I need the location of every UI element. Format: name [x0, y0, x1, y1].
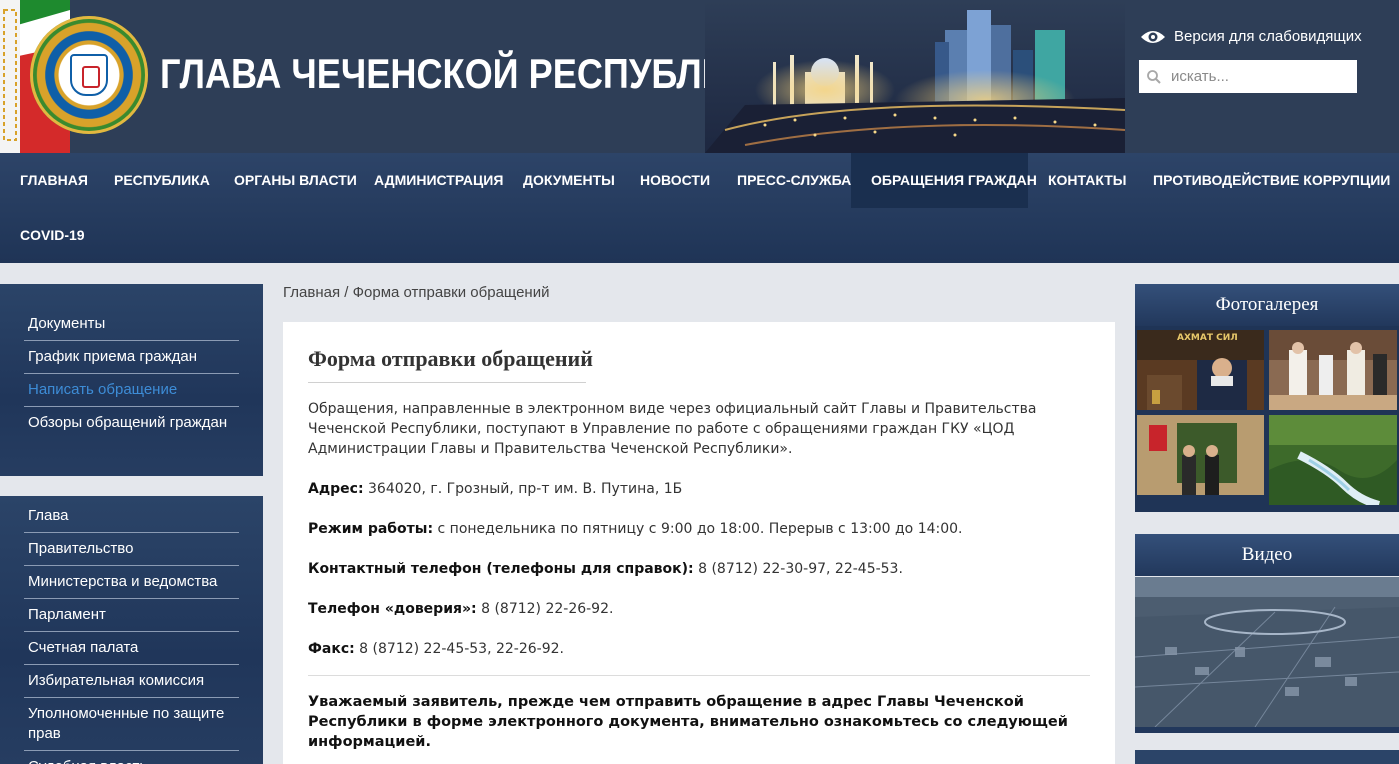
grozny-city-illustration: [705, 0, 1125, 153]
address-line: Адрес: 364020, г. Грозный, пр-т им. В. П…: [308, 479, 1090, 499]
sidebar-item-election-commission[interactable]: Избирательная комиссия: [24, 665, 239, 698]
trust-phone-line: Телефон «доверия»: 8 (8712) 22-26-92.: [308, 599, 1090, 619]
nav-item-administration[interactable]: Администрация: [354, 153, 523, 208]
sidebar-item-head[interactable]: Глава: [24, 500, 239, 533]
hours-label: Режим работы:: [308, 521, 434, 537]
sidebar-item-judiciary[interactable]: Судебная власть: [24, 751, 239, 764]
low-vision-version-link[interactable]: Версия для слабовидящих: [1140, 28, 1362, 45]
low-vision-label: Версия для слабовидящих: [1174, 28, 1362, 45]
gallery-photo-3[interactable]: [1137, 415, 1264, 495]
nav-item-documents[interactable]: Документы: [503, 153, 635, 208]
breadcrumb-separator: /: [344, 284, 349, 301]
main-nav: Главная Республика Органы власти Админис…: [0, 153, 1399, 263]
video-frame-bottom: [1135, 727, 1399, 733]
sidebar-item-ministries[interactable]: Министерства и ведомства: [24, 566, 239, 599]
right-sidebar-next-block: [1135, 750, 1399, 764]
hours-value: с понедельника по пятницу с 9:00 до 18:0…: [433, 521, 963, 537]
page-title: Форма отправки обращений: [308, 346, 593, 383]
fax-value: 8 (8712) 22-45-53, 22-26-92.: [354, 641, 564, 657]
nav-item-covid[interactable]: COVID-19: [0, 208, 105, 263]
sidebar-appeals-menu: Документы График приема граждан Написать…: [0, 284, 263, 476]
trust-phone-value: 8 (8712) 22-26-92.: [476, 601, 614, 617]
sidebar-item-audit-chamber[interactable]: Счетная палата: [24, 632, 239, 665]
sidebar-item-appeal-reviews[interactable]: Обзоры обращений граждан: [24, 407, 239, 439]
intro-text: Обращения, направленные в электронном ви…: [308, 401, 1037, 457]
nav-item-news[interactable]: Новости: [620, 153, 730, 208]
nav-item-citizen-appeals[interactable]: Обращения граждан: [851, 153, 1037, 208]
sidebar-authorities-menu: Глава Правительство Министерства и ведом…: [0, 496, 263, 764]
gallery-photo-4[interactable]: [1269, 415, 1397, 505]
applicant-notice: Уважаемый заявитель, прежде чем отправит…: [308, 694, 1068, 750]
fax-line: Факс: 8 (8712) 22-45-53, 22-26-92.: [308, 639, 1090, 659]
hours-line: Режим работы: с понедельника по пятницу …: [308, 519, 1090, 539]
site-header: ГЛАВА ЧЕЧЕНСКОЙ РЕСПУБЛИКИ Версия для сл…: [0, 0, 1399, 153]
main-content: Форма отправки обращений Обращения, напр…: [283, 322, 1115, 764]
sidebar-item-government[interactable]: Правительство: [24, 533, 239, 566]
breadcrumb: Главная / Форма отправки обращений: [283, 284, 549, 301]
nav-item-authorities[interactable]: Органы власти: [214, 153, 377, 208]
breadcrumb-home-link[interactable]: Главная: [283, 284, 340, 301]
svg-text:АХМАТ СИЛ: АХМАТ СИЛ: [1177, 333, 1238, 343]
gallery-photo-1[interactable]: АХМАТ СИЛ: [1137, 330, 1264, 410]
phone-value: 8 (8712) 22-30-97, 22-45-53.: [693, 561, 903, 577]
gallery-photo-2[interactable]: [1269, 330, 1397, 410]
video-heading[interactable]: Видео: [1135, 534, 1399, 576]
content-divider: [308, 675, 1090, 676]
photo-gallery-heading[interactable]: Фотогалерея: [1135, 284, 1399, 326]
search-input[interactable]: [1171, 68, 1351, 85]
video-thumbnail[interactable]: [1135, 577, 1399, 727]
nav-item-republic[interactable]: Республика: [94, 153, 230, 208]
breadcrumb-current: Форма отправки обращений: [352, 284, 550, 301]
sidebar-item-reception-schedule[interactable]: График приема граждан: [24, 341, 239, 374]
sidebar-item-ombudsmen[interactable]: Уполномоченные по защите прав: [24, 698, 239, 751]
nav-item-home[interactable]: Главная: [0, 153, 108, 208]
site-title[interactable]: ГЛАВА ЧЕЧЕНСКОЙ РЕСПУБЛИКИ: [160, 50, 776, 98]
trust-phone-label: Телефон «доверия»:: [308, 601, 477, 617]
sidebar-item-write-appeal[interactable]: Написать обращение: [24, 374, 239, 407]
address-label: Адрес:: [308, 481, 364, 497]
search-box[interactable]: [1139, 60, 1357, 93]
nav-item-press[interactable]: Пресс-служба: [717, 153, 871, 208]
photo-gallery: АХМАТ СИЛ: [1135, 326, 1399, 512]
sidebar-item-documents[interactable]: Документы: [24, 308, 239, 341]
nav-item-anti-corruption[interactable]: Противодействие коррупции: [1133, 153, 1399, 208]
republic-emblem-icon[interactable]: [30, 16, 148, 134]
phone-line: Контактный телефон (телефоны для справок…: [308, 559, 1090, 579]
nav-item-contacts[interactable]: Контакты: [1028, 153, 1146, 208]
address-value: 364020, г. Грозный, пр-т им. В. Путина, …: [363, 481, 683, 497]
fax-label: Факс:: [308, 641, 355, 657]
eye-icon: [1141, 30, 1165, 43]
search-icon[interactable]: [1147, 69, 1161, 84]
phone-label: Контактный телефон (телефоны для справок…: [308, 561, 694, 577]
sidebar-item-parliament[interactable]: Парламент: [24, 599, 239, 632]
